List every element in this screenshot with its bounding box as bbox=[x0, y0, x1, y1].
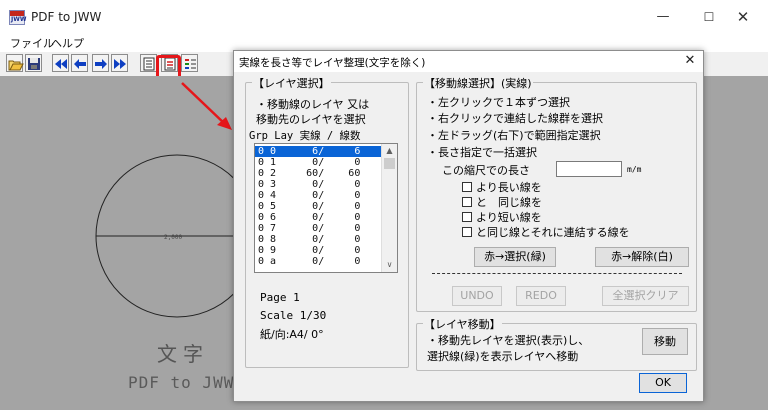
layer-move-title: 【レイヤ移動】 bbox=[423, 316, 502, 332]
layer-list-row[interactable]: 0 7 0/ 0 bbox=[255, 223, 381, 234]
checkbox-longer-label: より長い線を bbox=[476, 181, 542, 194]
redo-button[interactable]: REDO bbox=[516, 286, 566, 306]
dialog-close-button[interactable]: ✕ bbox=[682, 53, 698, 68]
length-unit: m/m bbox=[627, 165, 642, 174]
line-select-item-4: ・長さ指定で一括選択 bbox=[427, 146, 537, 159]
checkbox-connected[interactable] bbox=[462, 227, 472, 237]
line-select-item-2: ・右クリックで連結した線群を選択 bbox=[427, 112, 603, 125]
layer-list-scrollbar[interactable]: ▲ ∨ bbox=[381, 144, 397, 272]
layer-list-row[interactable]: 0 9 0/ 0 bbox=[255, 245, 381, 256]
release-red-to-white-button[interactable]: 赤→解除(白) bbox=[595, 247, 689, 267]
layer-list-row[interactable]: 0 a 0/ 0 bbox=[255, 256, 381, 267]
select-red-to-green-button[interactable]: 赤→選択(緑) bbox=[474, 247, 556, 267]
layer-select-title: 【レイヤ選択】 bbox=[252, 75, 331, 91]
scroll-down-icon[interactable]: ∨ bbox=[382, 258, 397, 272]
dialog-title: 実線を長さ等でレイヤ整理(文字を除く) bbox=[239, 57, 426, 69]
layer-select-desc-1: ・移動線のレイヤ 又は bbox=[256, 98, 370, 111]
layer-list-row[interactable]: 0 4 0/ 0 bbox=[255, 190, 381, 201]
ok-button[interactable]: OK bbox=[639, 373, 687, 393]
scale-label: Scale 1/30 bbox=[260, 309, 327, 322]
line-select-item-3: ・左ドラッグ(右下)で範囲指定選択 bbox=[427, 129, 601, 142]
layer-list-row[interactable]: 0 1 0/ 0 bbox=[255, 157, 381, 168]
page-label: Page 1 bbox=[260, 291, 300, 304]
paper-orientation-label: 紙/向:A4/ 0° bbox=[260, 328, 324, 341]
line-select-item-1: ・左クリックで１本ずつ選択 bbox=[427, 96, 570, 109]
layer-list-row[interactable]: 0 8 0/ 0 bbox=[255, 234, 381, 245]
layer-list-row[interactable]: 0 5 0/ 0 bbox=[255, 201, 381, 212]
checkbox-equal[interactable] bbox=[462, 197, 472, 207]
layer-move-desc-2: 選択線(緑)を表示レイヤへ移動 bbox=[427, 350, 579, 363]
layer-select-desc-2: 移動先のレイヤを選択 bbox=[256, 113, 366, 126]
layer-list-header: Grp Lay 実線 / 線数 bbox=[249, 130, 361, 142]
scroll-up-icon[interactable]: ▲ bbox=[382, 144, 397, 158]
layer-organize-dialog: 実線を長さ等でレイヤ整理(文字を除く) ✕ 【レイヤ選択】 ・移動線のレイヤ 又… bbox=[233, 50, 704, 402]
move-button[interactable]: 移動 bbox=[642, 328, 688, 355]
checkbox-shorter-label: より短い線を bbox=[476, 211, 542, 224]
layer-list-row[interactable]: 0 2 60/ 60 bbox=[255, 168, 381, 179]
checkbox-shorter[interactable] bbox=[462, 212, 472, 222]
length-input[interactable] bbox=[556, 161, 622, 177]
dialog-title-bar: 実線を長さ等でレイヤ整理(文字を除く) ✕ bbox=[234, 51, 703, 72]
line-select-title: 【移動線選択】(実線) bbox=[423, 75, 533, 91]
clear-all-selection-button[interactable]: 全選択クリア bbox=[602, 286, 689, 306]
length-label: この縮尺での長さ bbox=[442, 164, 530, 177]
layer-list[interactable]: 0 0 6/ 60 1 0/ 00 2 60/ 60 0 3 0/ 00 4 0/… bbox=[254, 143, 398, 273]
checkbox-longer[interactable] bbox=[462, 182, 472, 192]
layer-list-row[interactable]: 0 6 0/ 0 bbox=[255, 212, 381, 223]
layer-list-row[interactable]: 0 0 6/ 6 bbox=[255, 146, 381, 157]
separator-line bbox=[432, 273, 682, 274]
layer-list-row[interactable]: 0 3 0/ 0 bbox=[255, 179, 381, 190]
checkbox-equal-label: と 同じ線を bbox=[476, 196, 542, 209]
layer-move-desc-1: ・移動先レイヤを選択(表示)し、 bbox=[427, 334, 590, 347]
undo-button[interactable]: UNDO bbox=[452, 286, 502, 306]
scroll-thumb[interactable] bbox=[384, 158, 395, 169]
checkbox-connected-label: と同じ線とそれに連結する線を bbox=[476, 226, 630, 239]
